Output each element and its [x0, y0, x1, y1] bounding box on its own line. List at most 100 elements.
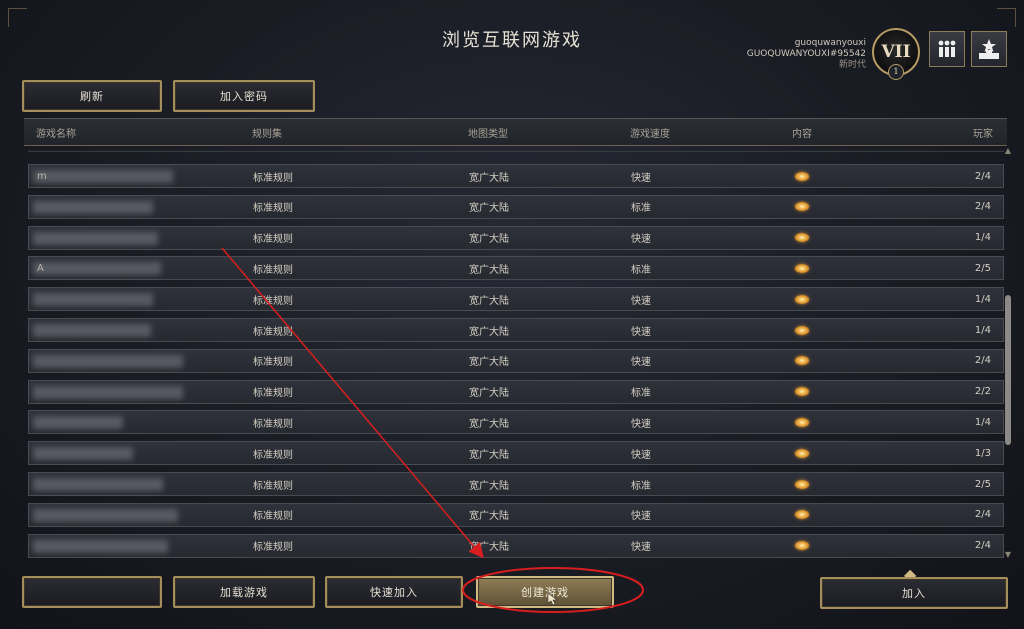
scroll-up-icon[interactable]: ▲	[1003, 146, 1013, 155]
redacted-name	[33, 447, 133, 461]
game-ruleset: 标准规则	[253, 326, 293, 338]
game-players: 1/3	[974, 447, 991, 459]
leaderboard-icon	[979, 39, 999, 59]
column-header-name[interactable]: 游戏名称	[36, 119, 76, 145]
join-code-button[interactable]: 加入密码	[173, 80, 315, 112]
game-map: 宽广大陆	[469, 449, 509, 461]
game-ruleset: 标准规则	[253, 480, 293, 492]
game-speed: 快速	[631, 418, 651, 430]
redacted-name	[33, 508, 178, 522]
table-row[interactable]: A 标准规则 宽广大陆 标准 2/5	[28, 256, 1004, 281]
redacted-name	[33, 385, 183, 399]
table-row[interactable]: 标准规则 宽广大陆 快速 2/4	[28, 502, 1004, 527]
game-players: 1/4	[974, 293, 991, 305]
game-ruleset: 标准规则	[253, 264, 293, 276]
refresh-button[interactable]: 刷新	[22, 80, 162, 112]
game-ruleset: 标准规则	[253, 388, 293, 400]
redacted-name	[33, 262, 161, 276]
content-coin-icon	[795, 294, 809, 304]
game-content	[795, 411, 809, 433]
game-players: 2/4	[974, 170, 991, 182]
table-row[interactable]: 标准规则 宽广大陆 标准 2/4	[28, 194, 1004, 219]
game-speed: 快速	[631, 511, 651, 523]
game-ruleset: 标准规则	[253, 172, 293, 184]
list-scrollbar[interactable]: ▲ ▼	[1003, 146, 1013, 559]
game-players: 2/4	[974, 355, 991, 367]
game-map: 宽广大陆	[469, 511, 509, 523]
game-ruleset: 标准规则	[253, 449, 293, 461]
frame-corner-top-right	[997, 8, 1016, 27]
game-content	[795, 504, 809, 526]
column-header-content[interactable]: 内容	[792, 119, 812, 145]
table-row[interactable]: 标准规则 宽广大陆 快速 2/4	[28, 348, 1004, 373]
game-content	[795, 535, 809, 557]
table-row[interactable]: 标准规则 宽广大陆 标准 2/5	[28, 472, 1004, 496]
redacted-name	[33, 416, 123, 430]
game-map: 宽广大陆	[469, 326, 509, 338]
content-coin-icon	[795, 510, 809, 520]
column-header-speed[interactable]: 游戏速度	[630, 119, 670, 145]
table-row[interactable]: 标准规则 宽广大陆 快速 1/4	[28, 318, 1004, 342]
game-name: A	[37, 262, 44, 274]
table-row[interactable]: 标准规则 宽广大陆 快速 1/4	[28, 410, 1004, 435]
game-players: 2/4	[974, 509, 991, 521]
game-map: 宽广大陆	[469, 480, 509, 492]
game-content	[795, 442, 809, 464]
leaderboard-button[interactable]	[971, 31, 1007, 67]
content-coin-icon	[795, 356, 809, 366]
game-ruleset: 标准规则	[253, 295, 293, 307]
game-ruleset: 标准规则	[253, 203, 293, 215]
table-row[interactable]: m 标准规则 宽广大陆 快速 2/4	[28, 164, 1004, 188]
game-ruleset: 标准规则	[253, 418, 293, 430]
column-header-map[interactable]: 地图类型	[468, 119, 508, 145]
game-map: 宽广大陆	[469, 295, 509, 307]
table-row[interactable]: 标准规则 宽广大陆 快速 2/4	[28, 533, 1004, 558]
redacted-name	[33, 324, 151, 337]
badge-level: 1	[888, 64, 904, 80]
game-speed: 标准	[631, 203, 651, 215]
game-map: 宽广大陆	[469, 203, 509, 215]
list-item-partial	[28, 150, 1004, 152]
game-speed: 快速	[631, 295, 651, 307]
join-button[interactable]: 加入	[820, 577, 1008, 609]
content-coin-icon	[795, 417, 809, 427]
game-ruleset: 标准规则	[253, 542, 293, 554]
game-speed: 标准	[631, 388, 651, 400]
column-header-ruleset[interactable]: 规则集	[252, 119, 282, 145]
game-content	[795, 350, 809, 372]
column-header-players[interactable]: 玩家	[973, 119, 993, 145]
game-map: 宽广大陆	[469, 172, 509, 184]
quick-join-button[interactable]: 快速加入	[325, 576, 463, 608]
game-speed: 快速	[631, 172, 651, 184]
user-tag: GUOQUWANYOUXI#95542	[746, 49, 866, 59]
table-row[interactable]: 标准规则 宽广大陆 快速 1/4	[28, 225, 1004, 250]
table-row[interactable]: 标准规则 宽广大陆 快速 1/4	[28, 287, 1004, 312]
scroll-down-icon[interactable]: ▼	[1003, 550, 1013, 559]
redacted-name	[33, 200, 153, 214]
game-players: 2/5	[974, 478, 991, 490]
redacted-name	[33, 478, 163, 491]
table-header: 游戏名称 规则集 地图类型 游戏速度 内容 玩家	[24, 118, 1007, 146]
game-speed: 快速	[631, 449, 651, 461]
game-players: 2/4	[974, 201, 991, 213]
game-ruleset: 标准规则	[253, 234, 293, 246]
social-button[interactable]	[929, 31, 965, 67]
back-button[interactable]	[22, 576, 162, 608]
content-coin-icon	[795, 233, 809, 243]
content-coin-icon	[795, 263, 809, 273]
game-map: 宽广大陆	[469, 357, 509, 369]
table-row[interactable]: 标准规则 宽广大陆 快速 1/3	[28, 441, 1004, 466]
game-players: 1/4	[974, 232, 991, 244]
table-row[interactable]: 标准规则 宽广大陆 标准 2/2	[28, 379, 1004, 404]
game-speed: 标准	[631, 480, 651, 492]
user-era: 新时代	[838, 60, 866, 70]
game-speed: 快速	[631, 357, 651, 369]
game-content	[795, 319, 809, 341]
scroll-thumb[interactable]	[1005, 295, 1011, 445]
redacted-name	[33, 539, 168, 553]
load-game-button[interactable]: 加载游戏	[173, 576, 315, 608]
redacted-name	[33, 170, 173, 183]
player-badge[interactable]: VII 1	[872, 28, 920, 80]
user-info: guoquwanyouxi GUOQUWANYOUXI#95542 新时代	[747, 38, 866, 71]
create-game-button[interactable]: 创建游戏	[476, 576, 614, 608]
